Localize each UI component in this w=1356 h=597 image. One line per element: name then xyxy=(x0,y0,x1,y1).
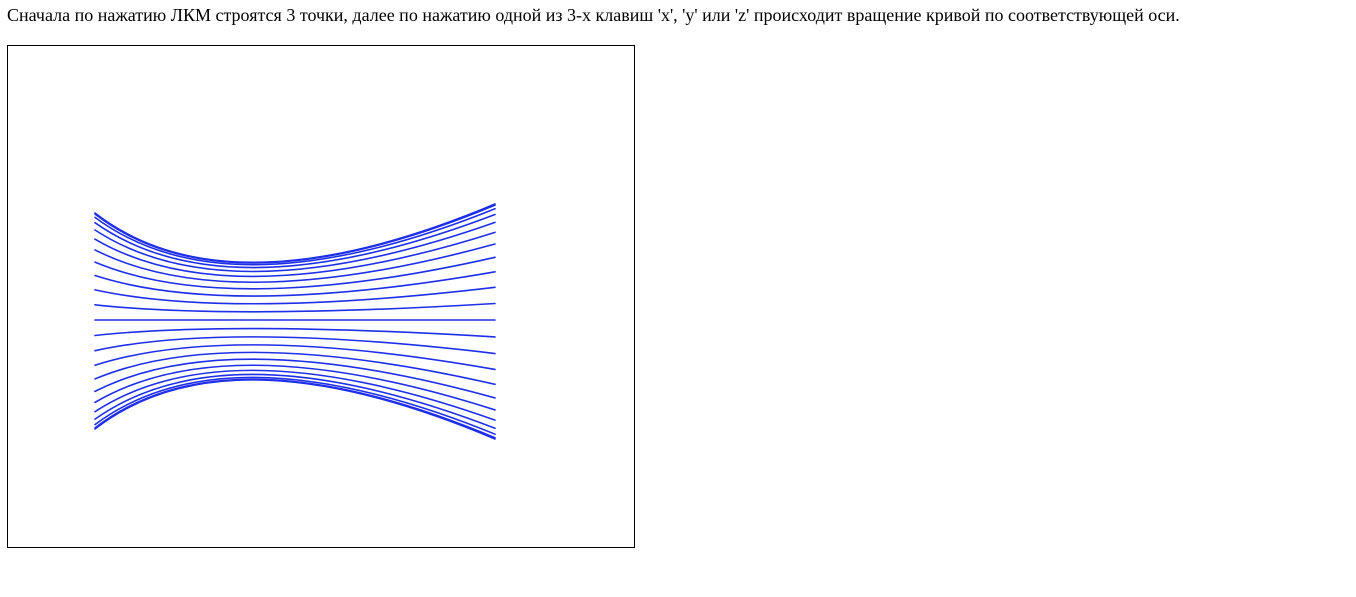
rotated-curve-line xyxy=(94,302,496,313)
rotated-curve-line xyxy=(94,327,496,338)
instruction-text: Сначала по нажатию ЛКМ строятся 3 точки,… xyxy=(7,5,1180,25)
drawing-canvas[interactable] xyxy=(7,45,635,548)
curve-plot xyxy=(94,203,496,440)
rotated-curve-line xyxy=(94,207,496,266)
rotated-curve-line xyxy=(94,378,496,439)
rotated-curve-line xyxy=(94,344,496,371)
rotated-curve-line xyxy=(94,376,496,435)
rotated-curve-line xyxy=(94,204,496,264)
